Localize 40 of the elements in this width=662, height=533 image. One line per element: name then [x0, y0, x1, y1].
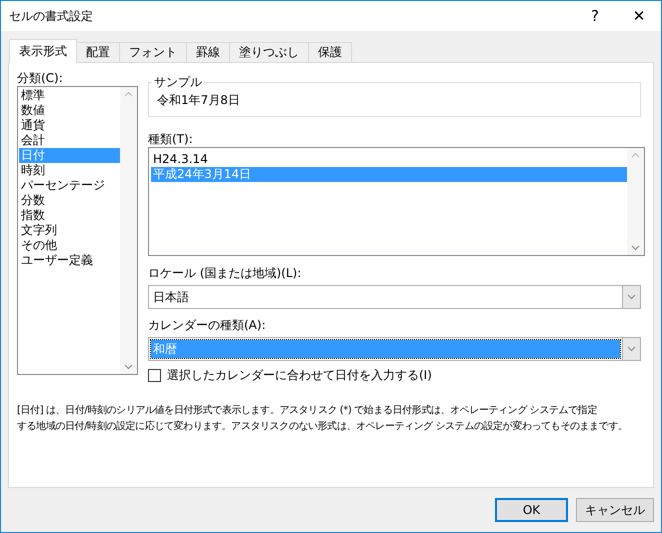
list-item[interactable]: 数値 — [19, 103, 120, 118]
type-label: 種類(T): — [148, 131, 194, 147]
help-button[interactable]: ? — [573, 1, 617, 31]
scroll-up-icon — [124, 91, 133, 97]
calendar-label: カレンダーの種類(A): — [148, 317, 267, 333]
chevron-down-icon — [627, 294, 636, 300]
scroll-up-icon — [631, 152, 640, 158]
list-item[interactable]: ユーザー定義 — [19, 253, 120, 268]
list-item[interactable]: H24.3.14 — [151, 152, 627, 167]
list-item[interactable]: 会計 — [19, 133, 120, 148]
sample-title: サンプル — [152, 74, 204, 90]
scroll-down-icon — [124, 364, 133, 370]
scroll-down-icon — [631, 245, 640, 251]
list-item[interactable]: 文字列 — [19, 223, 120, 238]
chevron-down-icon — [627, 346, 636, 352]
locale-label: ロケール (国または地域)(L): — [148, 265, 302, 281]
window-title: セルの書式設定 — [9, 8, 94, 24]
dropdown[interactable]: 日本語 — [148, 285, 641, 309]
list-box[interactable]: H24.3.14 平成24年3月14日 — [148, 147, 645, 256]
close-button[interactable]: ✕ — [617, 1, 661, 31]
list-item[interactable]: 標準 — [19, 88, 120, 103]
scrollbar[interactable] — [120, 87, 137, 374]
list-item[interactable]: 時刻 — [19, 163, 120, 178]
sample-value: 令和1年7月8日 — [157, 92, 240, 108]
category-label: 分類(C): — [17, 70, 64, 86]
dialog-button[interactable]: キャンセル — [576, 498, 654, 522]
scrollbar[interactable] — [627, 148, 644, 255]
tab[interactable]: 表示形式 — [9, 39, 77, 63]
tab[interactable]: 保護 — [308, 42, 352, 63]
list-item[interactable]: パーセンテージ — [19, 178, 120, 193]
checkbox-label: 選択したカレンダーに合わせて日付を入力する(I) — [167, 367, 432, 383]
dialog-button[interactable]: OK — [495, 498, 568, 522]
description-text: [日付] は、日付/時刻のシリアル値を日付形式で表示します。アスタリスク (*) で始まる日付形式は、オペレーティング システムで指定 — [17, 404, 598, 418]
list-box[interactable]: 標準 数値 通貨 会計 日付 時刻 パーセンテージ 分数 指数 文字列 その他 ユーザー定義 — [17, 86, 138, 375]
description-text: する地域の日付/時刻の設定に応じて変わります。アスタリスクのない形式は、オペレーティング システムの設定が変わってもそのままです。 — [17, 420, 629, 434]
list-item[interactable]: 指数 — [19, 208, 120, 223]
list-item[interactable]: その他 — [19, 238, 120, 253]
list-item[interactable]: 分数 — [19, 193, 120, 208]
checkbox[interactable] — [148, 368, 161, 382]
list-item[interactable]: 通貨 — [19, 118, 120, 133]
